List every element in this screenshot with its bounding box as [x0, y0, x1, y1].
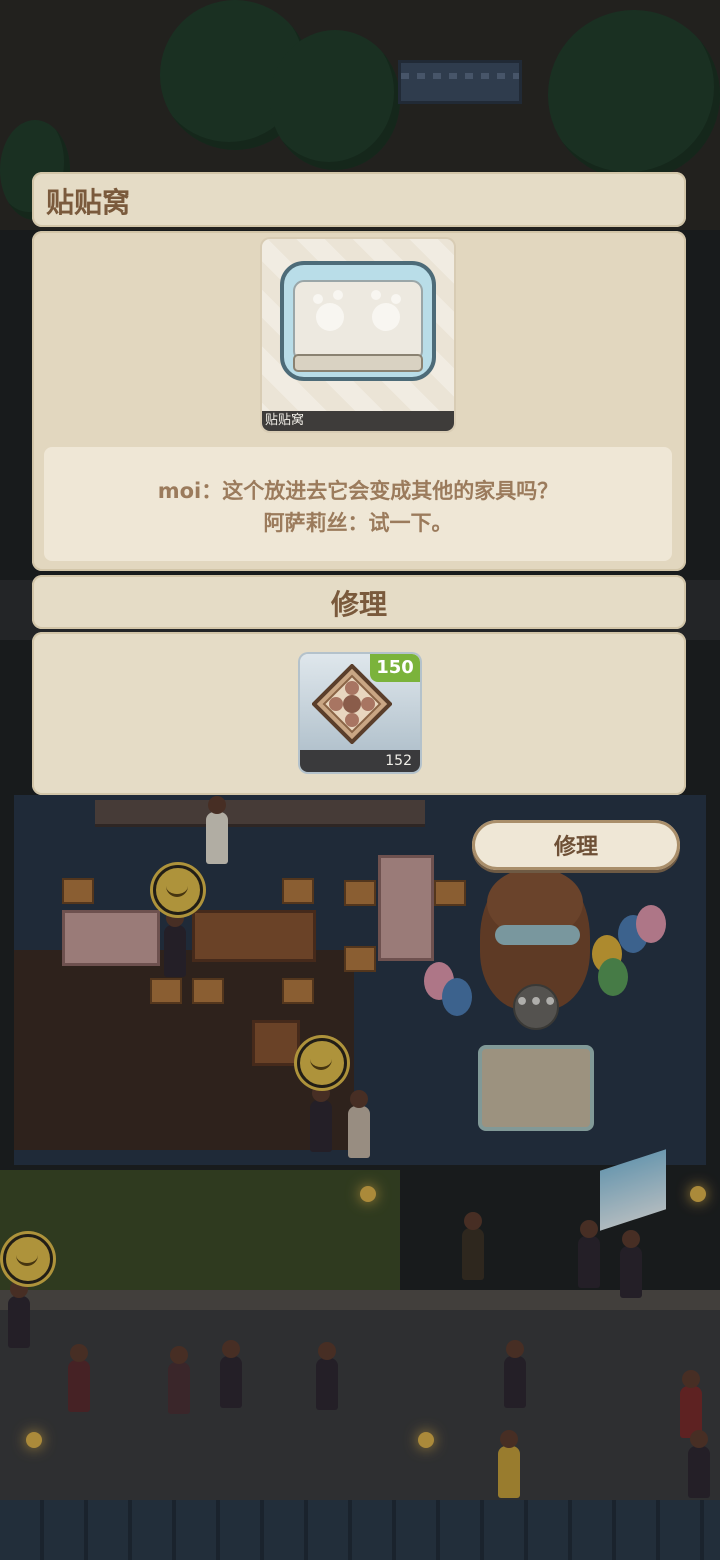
section-title: 修理 [330, 588, 387, 621]
item-name-label: 贴贴窝 [262, 411, 454, 431]
sofa-icon [280, 261, 436, 381]
dialog-title-bar: 贴贴窝 [32, 172, 686, 227]
required-amount-badge: 150 [370, 654, 420, 682]
dialog-title: 贴贴窝 [46, 186, 131, 219]
repair-section-header: 修理 [32, 575, 686, 629]
repair-button-label: 修理 [553, 834, 598, 859]
item-info-panel: 贴贴窝 moi：这个放进去它会变成其他的家具吗？ 阿萨莉丝：试一下。 [32, 231, 686, 571]
dialogue-box: moi：这个放进去它会变成其他的家具吗？ 阿萨莉丝：试一下。 [44, 447, 672, 561]
repair-button[interactable]: 修理 [472, 820, 680, 870]
dialogue-line: 阿萨莉丝：试一下。 [263, 511, 453, 535]
owned-amount: 152 [300, 750, 420, 772]
dialogue-line: moi：这个放进去它会变成其他的家具吗？ [157, 479, 559, 503]
materials-panel: 150 152 [32, 632, 686, 795]
material-card[interactable]: 150 152 [300, 654, 420, 772]
item-card[interactable]: 贴贴窝 [262, 239, 454, 431]
